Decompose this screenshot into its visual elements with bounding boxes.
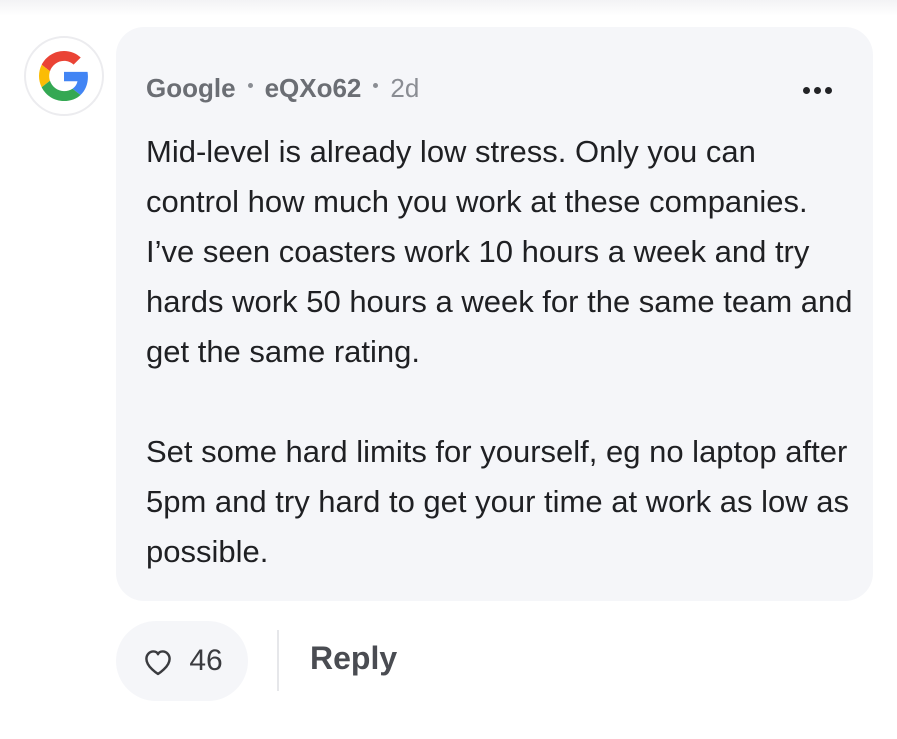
comment-bubble: Google eQXo62 2d Mid-level is already lo…	[116, 27, 873, 601]
google-logo-icon	[39, 51, 88, 101]
actions-divider	[277, 630, 279, 691]
comment-body: Mid-level is already low stress. Only yo…	[146, 127, 856, 577]
reply-button[interactable]: Reply	[310, 640, 397, 677]
separator-dot	[247, 83, 253, 88]
author-username[interactable]: eQXo62	[265, 73, 362, 104]
top-edge	[0, 0, 897, 16]
timestamp: 2d	[390, 73, 420, 103]
like-count: 46	[189, 644, 223, 677]
separator-dot	[373, 83, 379, 88]
author-company[interactable]: Google	[146, 73, 236, 104]
comment-paragraph: Mid-level is already low stress. Only yo…	[146, 134, 853, 369]
comment-paragraph: Set some hard limits for yourself, eg no…	[146, 434, 849, 569]
company-avatar[interactable]	[24, 36, 104, 116]
heart-icon	[145, 650, 172, 676]
comment-meta: Google eQXo62 2d	[146, 73, 419, 104]
more-options-icon	[802, 86, 810, 94]
like-button[interactable]: 46	[116, 621, 248, 701]
more-options-button[interactable]	[795, 75, 839, 105]
